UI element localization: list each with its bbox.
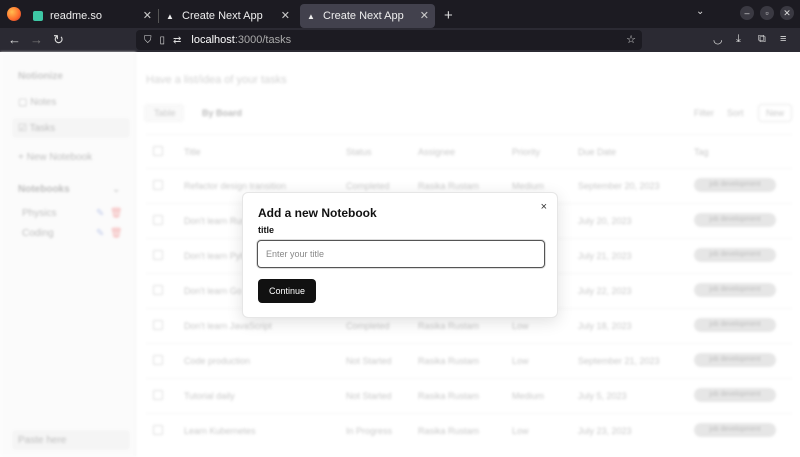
tab-create-next-app-1[interactable]: ▲ Create Next App ✕ — [159, 4, 296, 28]
title-field-label: title — [258, 225, 275, 235]
url-text[interactable]: localhost:3000/tasks — [191, 34, 291, 46]
tab-label: Create Next App — [182, 10, 263, 22]
address-bar[interactable]: ⛉ ▯ ⇄ localhost:3000/tasks ☆ — [136, 30, 642, 50]
restore-icon[interactable]: ▫ — [760, 6, 774, 20]
continue-button[interactable]: Continue — [258, 279, 316, 303]
reload-icon[interactable]: ↻ — [53, 32, 64, 48]
readme-favicon-icon — [33, 11, 43, 21]
nextjs-favicon-icon: ▲ — [307, 11, 315, 21]
back-icon[interactable]: ← — [8, 32, 21, 48]
pocket-icon[interactable]: ◡ — [713, 33, 723, 46]
menu-icon[interactable]: ≡ — [780, 33, 786, 45]
close-icon[interactable]: × — [541, 201, 547, 213]
extensions-icon[interactable]: ⧉ — [758, 33, 766, 46]
tab-readme[interactable]: readme.so ✕ — [27, 4, 158, 28]
window-close-icon[interactable]: ✕ — [780, 6, 794, 20]
new-tab-icon[interactable]: + — [444, 7, 453, 24]
shield-icon[interactable]: ⛉ — [144, 35, 152, 46]
tab-list-chevron-icon[interactable]: ⌄ — [696, 6, 704, 17]
close-tab-icon[interactable]: ✕ — [420, 9, 429, 22]
new-notebook-dialog: Add a new Notebook × title Continue — [242, 192, 558, 318]
tab-label: readme.so — [50, 10, 102, 22]
title-input[interactable] — [257, 240, 545, 268]
dialog-title: Add a new Notebook — [258, 206, 377, 220]
permissions-icon[interactable]: ⇄ — [173, 35, 181, 46]
minimize-icon[interactable]: – — [740, 6, 754, 20]
forward-icon[interactable]: → — [30, 32, 43, 48]
tab-label: Create Next App — [323, 10, 404, 22]
firefox-logo-icon[interactable] — [7, 7, 21, 21]
page-icon: ▯ — [159, 34, 166, 46]
bookmark-star-icon[interactable]: ☆ — [626, 33, 636, 46]
close-tab-icon[interactable]: ✕ — [281, 9, 290, 22]
downloads-icon[interactable]: ⤓ — [736, 33, 741, 46]
close-tab-icon[interactable]: ✕ — [143, 9, 152, 22]
browser-tab-bar: readme.so ✕ ▲ Create Next App ✕ ▲ Create… — [0, 0, 800, 28]
nextjs-favicon-icon: ▲ — [166, 11, 174, 21]
tab-create-next-app-2[interactable]: ▲ Create Next App ✕ — [300, 4, 435, 28]
